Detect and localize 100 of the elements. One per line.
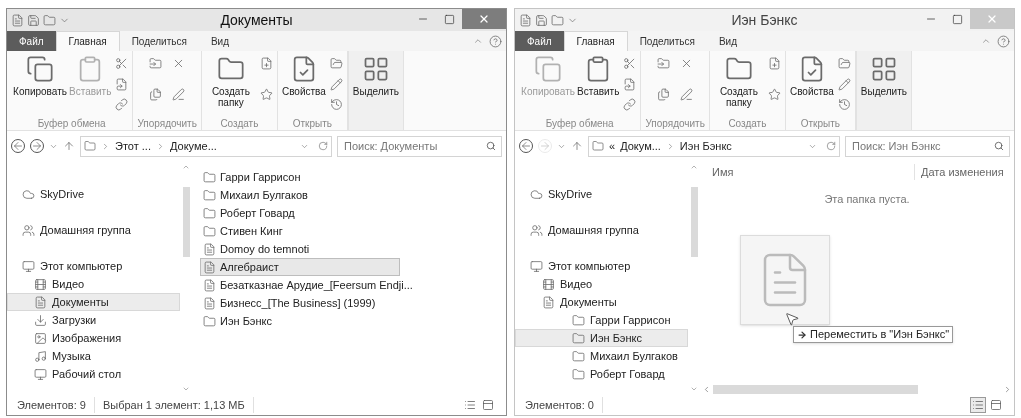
sidebar-item[interactable]: Рабочий стол bbox=[7, 365, 180, 383]
file-item[interactable]: Роберт Говард bbox=[200, 204, 400, 222]
sidebar-item[interactable]: Михаил Булгаков bbox=[515, 347, 688, 365]
scroll-right-icon[interactable] bbox=[1003, 384, 1012, 394]
file-item[interactable]: Стивен Кинг bbox=[200, 222, 400, 240]
sidebar-item[interactable]: Изображения bbox=[7, 329, 180, 347]
scrollbar-thumb[interactable] bbox=[690, 187, 698, 257]
collapse-icon[interactable] bbox=[473, 36, 483, 46]
move-icon[interactable] bbox=[149, 57, 163, 70]
search-field[interactable]: Поиск: Документы bbox=[337, 135, 502, 157]
ribbon-button[interactable]: Создать папку bbox=[713, 55, 764, 116]
sidebar-item[interactable]: Видео bbox=[7, 275, 180, 293]
help-icon[interactable] bbox=[489, 34, 502, 48]
up-icon[interactable] bbox=[63, 140, 75, 152]
edit-icon[interactable] bbox=[837, 77, 851, 91]
sidebar-item[interactable]: Документы bbox=[515, 293, 688, 311]
file-item[interactable]: Алгебраист bbox=[200, 258, 400, 276]
breadcrumb[interactable]: Докум... bbox=[620, 137, 661, 155]
path-icon[interactable] bbox=[115, 77, 129, 91]
ribbon-tab[interactable]: Вид bbox=[198, 31, 241, 51]
sidebar-item[interactable]: Загрузки bbox=[7, 311, 180, 329]
new-item-icon[interactable] bbox=[259, 57, 273, 70]
scroll-down-icon[interactable] bbox=[690, 385, 698, 393]
shortcut-icon[interactable] bbox=[623, 98, 637, 112]
up-icon[interactable] bbox=[571, 140, 583, 152]
scroll-left-icon[interactable] bbox=[702, 384, 711, 394]
refresh-icon[interactable] bbox=[318, 141, 328, 151]
ribbon-tab[interactable]: Вид bbox=[706, 31, 749, 51]
refresh-icon[interactable] bbox=[826, 141, 836, 151]
scrollbar-thumb[interactable] bbox=[713, 384, 918, 394]
ribbon-tab[interactable]: Файл bbox=[7, 31, 56, 51]
sidebar-item[interactable]: SkyDrive bbox=[515, 185, 688, 203]
scissors-icon[interactable] bbox=[115, 57, 129, 70]
properties-icon[interactable] bbox=[519, 13, 532, 27]
ribbon-button[interactable]: Вставить bbox=[577, 55, 620, 116]
folder-icon[interactable] bbox=[43, 13, 56, 27]
easy-access-icon[interactable] bbox=[767, 88, 781, 101]
ribbon-tab[interactable]: Поделиться bbox=[627, 31, 707, 51]
address-bar[interactable]: « Докум... Иэн Бэнкс bbox=[588, 135, 840, 157]
file-item[interactable]: Гарри Гаррисон bbox=[200, 168, 400, 186]
back-icon[interactable] bbox=[519, 139, 533, 153]
breadcrumb-overflow[interactable]: « bbox=[609, 137, 616, 155]
ribbon-button[interactable]: Свойства bbox=[789, 55, 834, 116]
search-icon[interactable] bbox=[486, 140, 496, 151]
column-header[interactable]: Имя bbox=[700, 163, 914, 181]
collapse-icon[interactable] bbox=[981, 36, 991, 46]
file-item[interactable]: Безатказнае Арудие_[Feersum Endji... bbox=[200, 276, 416, 294]
edit-icon[interactable] bbox=[329, 77, 343, 91]
sidebar-item[interactable]: SkyDrive bbox=[7, 185, 180, 203]
file-item[interactable]: Иэн Бэнкс bbox=[200, 312, 400, 330]
ribbon-button[interactable]: Копировать bbox=[15, 55, 65, 116]
copy-to-icon[interactable] bbox=[149, 88, 163, 101]
ribbon-tab[interactable]: Главная bbox=[55, 31, 120, 51]
move-icon[interactable] bbox=[657, 57, 671, 70]
shortcut-icon[interactable] bbox=[115, 98, 129, 112]
sidebar-item[interactable]: Видео bbox=[515, 275, 688, 293]
sidebar-item[interactable]: Документы bbox=[7, 293, 180, 311]
details-view-button[interactable] bbox=[970, 397, 986, 413]
ribbon-tab[interactable]: Файл bbox=[515, 31, 564, 51]
sidebar-item[interactable]: Домашняя группа bbox=[7, 221, 180, 239]
ribbon-tab[interactable]: Главная bbox=[563, 31, 628, 51]
breadcrumb[interactable]: Этот ... bbox=[115, 137, 151, 155]
scroll-up-icon[interactable] bbox=[690, 163, 698, 171]
sidebar-item[interactable]: Иэн Бэнкс bbox=[515, 329, 688, 347]
breadcrumb[interactable]: Докуме... bbox=[169, 137, 217, 155]
history-icon[interactable] bbox=[329, 98, 343, 112]
save-icon[interactable] bbox=[27, 13, 40, 27]
copy-to-icon[interactable] bbox=[657, 88, 671, 101]
sidebar-item[interactable]: Этот компьютер bbox=[7, 257, 180, 275]
search-icon[interactable] bbox=[994, 140, 1004, 151]
sidebar-item[interactable]: Гарри Гаррисон bbox=[515, 311, 688, 329]
search-field[interactable]: Поиск: Иэн Бэнкс bbox=[845, 135, 1010, 157]
scroll-up-icon[interactable] bbox=[182, 163, 190, 171]
sidebar-item[interactable]: Роберт Говард bbox=[515, 365, 688, 383]
file-item[interactable]: Бизнесс_[The Business] (1999) bbox=[200, 294, 400, 312]
address-bar[interactable]: Этот ... Докуме... bbox=[80, 135, 332, 157]
rename-icon[interactable] bbox=[172, 88, 186, 101]
file-item[interactable]: Domoy do temnoti bbox=[200, 240, 400, 258]
help-icon[interactable] bbox=[997, 34, 1010, 48]
scrollbar[interactable] bbox=[690, 163, 698, 393]
history-icon[interactable] bbox=[837, 98, 851, 112]
back-icon[interactable] bbox=[11, 139, 25, 153]
properties-icon[interactable] bbox=[11, 13, 24, 27]
rename-icon[interactable] bbox=[680, 88, 694, 101]
file-item[interactable]: Михаил Булгаков bbox=[200, 186, 400, 204]
sidebar-item[interactable]: Домашняя группа bbox=[515, 221, 688, 239]
open-icon[interactable] bbox=[329, 57, 343, 70]
sidebar-item[interactable]: Этот компьютер bbox=[515, 257, 688, 275]
scrollbar[interactable] bbox=[182, 163, 190, 393]
ribbon-tab[interactable]: Поделиться bbox=[119, 31, 199, 51]
open-icon[interactable] bbox=[837, 57, 851, 70]
column-header[interactable]: Дата изменения bbox=[914, 163, 1014, 181]
forward-icon[interactable] bbox=[30, 139, 44, 153]
new-item-icon[interactable] bbox=[767, 57, 781, 70]
sidebar-item[interactable]: Музыка bbox=[7, 347, 180, 365]
path-icon[interactable] bbox=[623, 77, 637, 91]
folder-icon[interactable] bbox=[551, 13, 564, 27]
breadcrumb[interactable]: Иэн Бэнкс bbox=[679, 137, 732, 155]
easy-access-icon[interactable] bbox=[259, 88, 273, 101]
ribbon-button[interactable]: Создать папку bbox=[205, 55, 256, 116]
